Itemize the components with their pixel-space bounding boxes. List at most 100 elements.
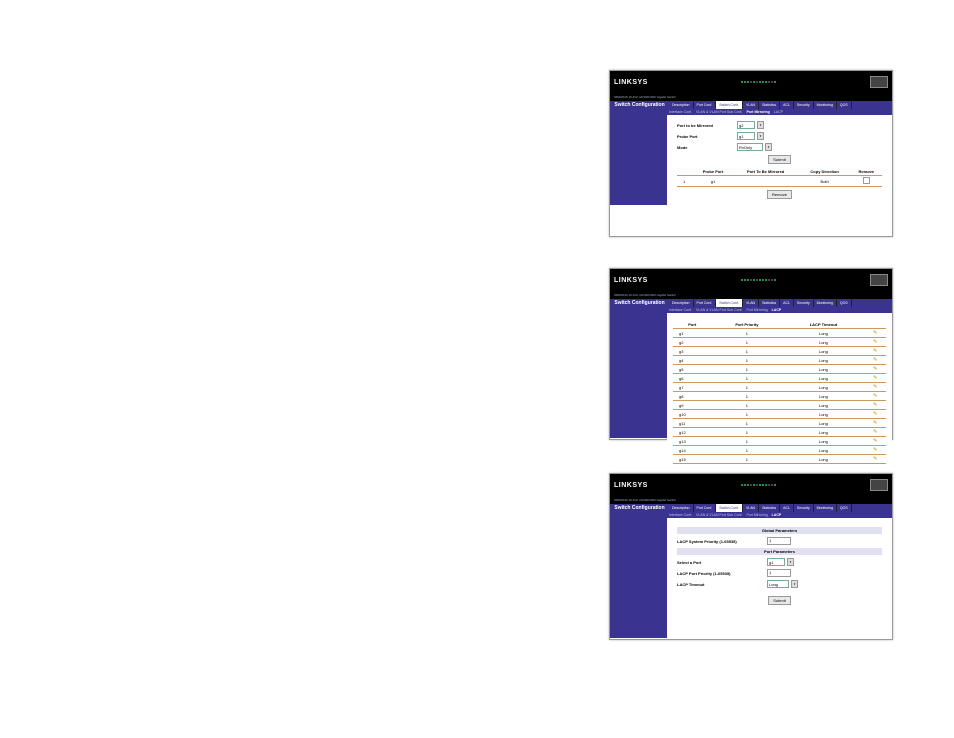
sidebar-title: Switch Configuration <box>610 101 669 109</box>
tab-monitoring[interactable]: Monitoring <box>814 299 837 307</box>
tab-security[interactable]: Security <box>794 504 814 512</box>
timeout-select[interactable]: Long <box>767 580 789 588</box>
edit-icon[interactable]: ✎ <box>865 419 886 428</box>
edit-icon[interactable]: ✎ <box>865 329 886 338</box>
chevron-down-icon[interactable]: ▾ <box>757 132 764 140</box>
tab-qos[interactable]: QOS <box>837 504 852 512</box>
remove-button[interactable]: Remove <box>767 190 792 199</box>
device-name: SRW2016 16-Port 10/100/1000 Gigabit Swit… <box>610 496 892 504</box>
tab-row: Switch Configuration Description Port Co… <box>610 504 892 512</box>
port-priority-label: LACP Port Priority (1-65535) <box>677 571 767 576</box>
submit-button[interactable]: Submit <box>768 155 790 164</box>
port-priority-input[interactable]: 1 <box>767 569 791 577</box>
edit-icon[interactable]: ✎ <box>865 455 886 464</box>
tab-monitoring[interactable]: Monitoring <box>814 504 837 512</box>
table-row: g71Long✎ <box>673 383 886 392</box>
subtab-interface[interactable]: Interface Conf. <box>667 308 694 312</box>
port-mirrored-select[interactable]: g2 <box>737 121 755 129</box>
table-row: g121Long✎ <box>673 428 886 437</box>
tab-statistics[interactable]: Statistics <box>759 299 780 307</box>
tab-portconf[interactable]: Port Conf. <box>694 504 717 512</box>
system-priority-input[interactable]: 1 <box>767 537 791 545</box>
tab-vlan[interactable]: VLAN <box>743 101 759 109</box>
device-name: SRW2016 16-Port 10/100/1000 Gigabit Swit… <box>610 291 892 299</box>
edit-icon[interactable]: ✎ <box>865 437 886 446</box>
edit-icon[interactable]: ✎ <box>865 365 886 374</box>
subtab-interface[interactable]: Interface Conf. <box>667 513 694 517</box>
chevron-down-icon[interactable]: ▾ <box>791 580 798 588</box>
subtab-portmirror[interactable]: Port Mirroring <box>744 513 769 517</box>
header: LINKSYS <box>610 474 892 496</box>
tab-vlan[interactable]: VLAN <box>743 299 759 307</box>
brand-logo: LINKSYS <box>614 79 648 86</box>
tab-security[interactable]: Security <box>794 299 814 307</box>
select-port-label: Select a Port <box>677 560 767 565</box>
brand-logo: LINKSYS <box>614 482 648 489</box>
tab-acl[interactable]: ACL <box>780 101 794 109</box>
chevron-down-icon[interactable]: ▾ <box>787 558 794 566</box>
tab-qos[interactable]: QOS <box>837 101 852 109</box>
partner-logo <box>870 479 888 491</box>
status-leds <box>741 484 776 486</box>
edit-icon[interactable]: ✎ <box>865 383 886 392</box>
edit-icon[interactable]: ✎ <box>865 374 886 383</box>
edit-icon[interactable]: ✎ <box>865 392 886 401</box>
edit-icon[interactable]: ✎ <box>865 356 886 365</box>
col-edit <box>865 321 886 329</box>
tab-switchconf[interactable]: Switch Conf. <box>716 299 743 307</box>
submit-button[interactable]: Submit <box>768 596 790 605</box>
edit-icon[interactable]: ✎ <box>865 410 886 419</box>
subtab-vlan[interactable]: VLAN & VLAN Port Sub Conf. <box>694 513 745 517</box>
remove-checkbox[interactable] <box>863 177 870 184</box>
subtab-vlan[interactable]: VLAN & VLAN Port Sub Conf. <box>694 110 745 114</box>
table-row: g131Long✎ <box>673 437 886 446</box>
tab-portconf[interactable]: Port Conf. <box>694 101 717 109</box>
table-row: g151Long✎ <box>673 455 886 464</box>
select-port-dropdown[interactable]: g1 <box>767 558 785 566</box>
chevron-down-icon[interactable]: ▾ <box>765 143 772 151</box>
table-row: g31Long✎ <box>673 347 886 356</box>
col-mirrored: Port To Be Mirrored <box>733 168 799 176</box>
edit-icon[interactable]: ✎ <box>865 347 886 356</box>
tab-security[interactable]: Security <box>794 101 814 109</box>
tab-statistics[interactable]: Statistics <box>759 504 780 512</box>
tab-statistics[interactable]: Statistics <box>759 101 780 109</box>
tab-description[interactable]: Description <box>669 504 694 512</box>
subtab-interface[interactable]: Interface Conf. <box>667 110 694 114</box>
chevron-down-icon[interactable]: ▾ <box>757 121 764 129</box>
sidebar-title: Switch Configuration <box>610 299 669 307</box>
port-mirrored-label: Port to be Mirrored <box>677 123 737 128</box>
header: LINKSYS <box>610 269 892 291</box>
mode-select[interactable]: RxOnly <box>737 143 763 151</box>
col-direction: Copy Direction <box>799 168 851 176</box>
brand-logo: LINKSYS <box>614 277 648 284</box>
subtab-portmirror[interactable]: Port Mirroring <box>744 308 769 312</box>
tab-monitoring[interactable]: Monitoring <box>814 101 837 109</box>
tab-acl[interactable]: ACL <box>780 299 794 307</box>
tab-vlan[interactable]: VLAN <box>743 504 759 512</box>
leftbar <box>610 518 667 638</box>
tab-acl[interactable]: ACL <box>780 504 794 512</box>
probe-port-select[interactable]: g1 <box>737 132 755 140</box>
subtab-portmirror[interactable]: Port Mirroring <box>744 110 771 114</box>
tab-description[interactable]: Description <box>669 299 694 307</box>
tab-qos[interactable]: QOS <box>837 299 852 307</box>
subtab-lacp[interactable]: LACP <box>770 513 784 517</box>
tab-row: Switch Configuration Description Port Co… <box>610 101 892 109</box>
tab-portconf[interactable]: Port Conf. <box>694 299 717 307</box>
partner-logo <box>870 76 888 88</box>
device-name: SRW2016 16-Port 10/100/1000 Gigabit Swit… <box>610 93 892 101</box>
edit-icon[interactable]: ✎ <box>865 446 886 455</box>
status-leds <box>741 81 776 83</box>
subtab-vlan[interactable]: VLAN & VLAN Port Sub Conf. <box>694 308 745 312</box>
tab-switchconf[interactable]: Switch Conf. <box>716 504 743 512</box>
tab-description[interactable]: Description <box>669 101 694 109</box>
tab-switchconf[interactable]: Switch Conf. <box>716 101 743 109</box>
mode-label: Mode <box>677 145 737 150</box>
subtab-lacp[interactable]: LACP <box>770 308 784 312</box>
edit-icon[interactable]: ✎ <box>865 401 886 410</box>
subtab-lacp[interactable]: LACP <box>772 110 785 114</box>
edit-icon[interactable]: ✎ <box>865 338 886 347</box>
edit-icon[interactable]: ✎ <box>865 428 886 437</box>
col-priority: Port Priority <box>711 321 782 329</box>
